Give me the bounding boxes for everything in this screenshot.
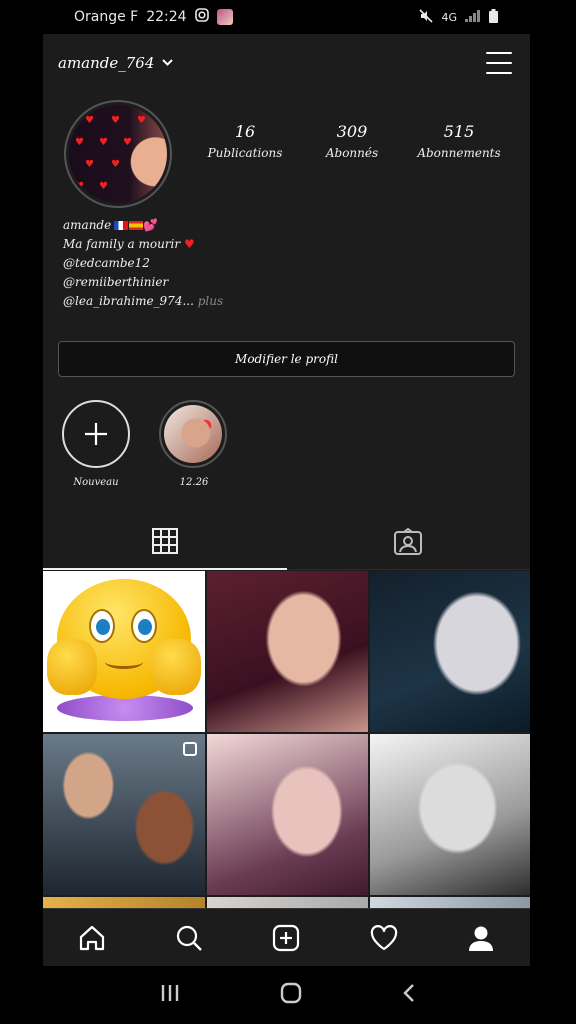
profile-summary: ♥ ♥ ♥ ♥ ♥ ♥ ♥ ♥ ♥ ♥ 16 Publications 309 … [43,92,530,216]
plus-icon [62,400,130,468]
france-flag-icon [114,221,129,230]
menu-line [486,72,512,74]
emoji-pupil [96,619,110,635]
multiple-photos-icon [183,742,197,756]
stat-label: Publications [207,146,283,160]
home-icon[interactable] [75,921,109,955]
bottom-navigation [43,908,530,966]
emoji-eye [131,609,157,643]
bio-text: Ma family a mourir [63,237,181,251]
stat-value: 515 [443,122,475,141]
heart-pattern-icon: ♥ [99,181,108,192]
clock: 22:24 [146,9,187,25]
flag-icon [129,221,144,230]
status-right: 4G [419,8,498,26]
image-notification-icon [216,9,233,25]
emoji-pupil [138,619,152,635]
back-icon[interactable] [402,983,416,1007]
network-label: 4G [441,10,457,24]
profile-icon[interactable] [464,921,498,955]
emoji-mouth [105,655,143,669]
edit-profile-button[interactable]: Modifier le profil [58,341,515,377]
heart-pattern-icon: ♥ [75,181,84,192]
bio-name-line: amande 💕 [63,216,510,235]
stat-label: Abonnés [325,146,379,160]
heart-pattern-icon: ♥ [137,115,146,126]
menu-line [486,62,512,64]
heart-pattern-icon: ♥ [99,137,108,148]
heart-pattern-icon: ♥ [111,115,120,126]
highlight-new[interactable]: Nouveau [61,400,131,488]
bio-line: @lea_ibrahime_974... plus [63,292,510,311]
bio-mention[interactable]: @tedcambe12 [63,254,510,273]
grid-icon [151,527,179,559]
profile-tabs [43,518,530,570]
post-thumbnail[interactable] [207,571,368,732]
stat-label: Abonnements [417,146,501,160]
emoji-eye [89,609,115,643]
post-thumbnail[interactable] [43,571,205,732]
tab-grid[interactable] [43,518,287,570]
signal-icon [465,9,481,25]
tab-tagged[interactable] [286,518,530,570]
highlight-label: Nouveau [73,477,119,488]
highlight-label: 12.26 [179,477,209,488]
posts-grid [43,571,530,911]
bio-name: amande [63,218,112,232]
mute-icon [419,8,434,26]
bio-more-link[interactable]: plus [198,294,223,308]
stat-value: 16 [234,122,256,141]
avatar-image: ♥ ♥ ♥ ♥ ♥ ♥ ♥ ♥ ♥ ♥ [69,105,167,203]
status-bar: Orange F 22:24 4G [0,0,576,34]
post-thumbnail[interactable] [207,734,368,895]
bio-mention[interactable]: @lea_ibrahime_974... [63,294,194,308]
heart-pattern-icon: ♥ [123,137,132,148]
emoji-hand [151,639,201,695]
story-highlights: Nouveau 12.26 [43,400,530,488]
tagged-icon [393,527,423,560]
status-left: Orange F 22:24 [74,8,233,26]
hamburger-menu-icon[interactable] [486,52,512,74]
stat-following[interactable]: 515 Abonnements [407,122,511,160]
sparkling-heart-icon: 💕 [143,218,159,232]
profile-avatar[interactable]: ♥ ♥ ♥ ♥ ♥ ♥ ♥ ♥ ♥ ♥ [64,100,172,208]
profile-bio: amande 💕 Ma family a mourir ♥ @tedcambe12… [43,216,530,311]
add-post-icon[interactable] [269,921,303,955]
home-button-icon[interactable] [280,982,302,1008]
highlight-image [164,405,222,463]
heart-pattern-icon: ♥ [75,137,84,148]
heart-icon[interactable] [367,921,401,955]
stat-followers[interactable]: 309 Abonnés [300,122,404,160]
carrier-label: Orange F [74,9,139,25]
recent-apps-icon[interactable] [160,984,180,1006]
highlight-photo [159,400,227,468]
search-icon[interactable] [172,921,206,955]
stat-value: 309 [336,122,368,141]
android-navigation-bar [0,966,576,1024]
red-heart-icon: ♥ [183,237,195,251]
post-thumbnail[interactable] [43,734,205,895]
heart-pattern-icon: ♥ [85,159,94,170]
highlight-story[interactable]: 12.26 [159,400,229,488]
battery-icon [489,8,498,26]
menu-line [486,52,512,54]
emoji-hand [47,639,97,695]
heart-pattern-icon: ♥ [85,115,94,126]
bio-mention[interactable]: @remiiberthinier [63,273,510,292]
account-switcher[interactable]: amande_764 [58,54,174,72]
instagram-notification-icon [194,8,209,26]
instagram-app: amande_764 ♥ ♥ ♥ ♥ ♥ ♥ ♥ ♥ ♥ ♥ 16 Public… [43,34,530,966]
username: amande_764 [58,54,155,72]
chevron-down-icon [162,56,174,70]
profile-header: amande_764 [43,34,530,92]
profile-stats: 16 Publications 309 Abonnés 515 Abonneme… [193,122,511,160]
bio-line: Ma family a mourir ♥ [63,235,510,254]
heart-pattern-icon: ♥ [111,159,120,170]
post-thumbnail[interactable] [370,571,530,732]
stat-publications[interactable]: 16 Publications [193,122,297,160]
post-thumbnail[interactable] [370,734,530,895]
